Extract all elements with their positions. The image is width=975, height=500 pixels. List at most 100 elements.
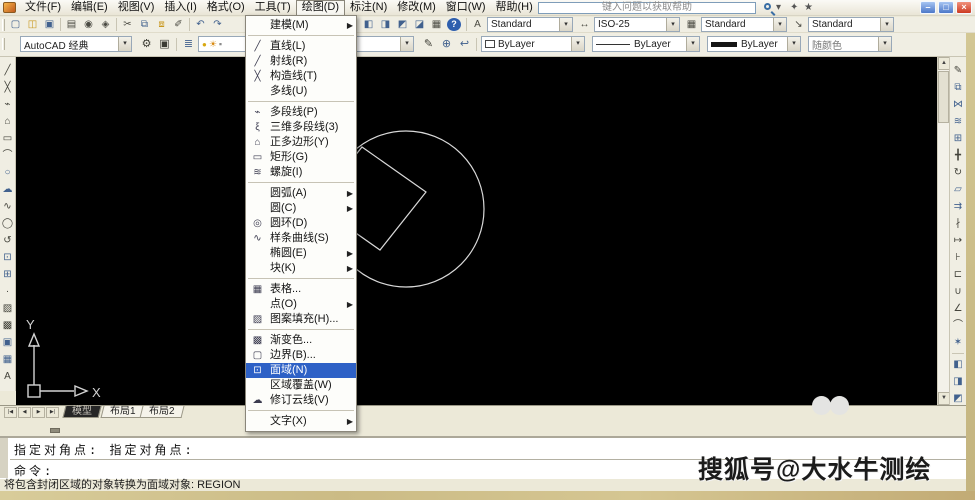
menu-item-region[interactable]: ⊡ 面域(N) [246, 363, 356, 378]
block-editor-icon[interactable]: ◧ [360, 17, 377, 32]
tab-layout2[interactable]: 布局2 [139, 406, 185, 418]
command-window-splitter[interactable] [50, 428, 60, 433]
menu-item-construction-line[interactable]: ╳ 构造线(T) [246, 69, 356, 84]
menu-item-gradient[interactable]: ▩ 渐变色... [246, 333, 356, 348]
region-icon[interactable]: ▣ [0, 334, 15, 351]
publish-icon[interactable]: ◈ [97, 17, 114, 32]
lineweight-combo[interactable]: ByLayer ▾ [707, 36, 801, 52]
vertical-scroll-thumb[interactable] [938, 71, 949, 123]
text-style-combo[interactable]: Standard ▾ [487, 17, 573, 32]
line-icon[interactable]: ╱ [0, 62, 15, 79]
open-icon[interactable]: ◫ [24, 17, 41, 32]
restore-button[interactable]: □ [938, 1, 954, 14]
menu-item-circle[interactable]: 圆(C) ▶ [246, 201, 356, 216]
prev-tab-icon[interactable]: ◀ [18, 407, 31, 418]
menu-item-multiline[interactable]: 多线(U) [246, 84, 356, 99]
search-dropdown-icon[interactable]: ▾ [776, 1, 781, 15]
rectangle-icon[interactable]: ▭ [0, 130, 15, 147]
spline-icon[interactable]: ∿ [0, 198, 15, 215]
layer-lock-icon[interactable]: ▪ [219, 39, 222, 49]
help-search-input[interactable]: 键入问题以获取帮助 [538, 2, 756, 14]
workspace-combo[interactable]: AutoCAD 经典 ▾ [20, 36, 132, 52]
table-icon[interactable]: ▦ [0, 351, 15, 368]
tab-model[interactable]: 模型 [62, 406, 102, 418]
tab-layout1[interactable]: 布局1 [100, 406, 146, 418]
undo-icon[interactable]: ↶ [192, 17, 209, 32]
workspace-settings-icon[interactable]: ⚙ [138, 36, 155, 53]
menu-help[interactable]: 帮助(H) [491, 0, 538, 15]
menu-item-3d-polyline[interactable]: ξ 三维多段线(3) [246, 120, 356, 135]
menu-item-donut[interactable]: ◎ 圆环(D) [246, 216, 356, 231]
extend-icon[interactable]: ↦ [950, 232, 966, 249]
break-at-point-icon[interactable]: ⊦ [950, 249, 966, 266]
calculator-icon[interactable]: ▦ [428, 17, 445, 32]
join-icon[interactable]: ∪ [950, 283, 966, 300]
chamfer-icon[interactable]: ∠ [950, 300, 966, 317]
bring-to-front-icon[interactable]: ◧ [950, 356, 966, 373]
circle-icon[interactable]: ○ [0, 164, 15, 181]
trim-icon[interactable]: ∤ [950, 215, 966, 232]
close-button[interactable]: × [956, 1, 972, 14]
display-viewport-icon[interactable]: ▣ [156, 36, 173, 53]
layer-on-icon[interactable]: ● [202, 40, 207, 49]
ellipse-icon[interactable]: ◯ [0, 215, 15, 232]
mleader-style-combo[interactable]: Standard ▾ [808, 17, 894, 32]
chevron-down-icon[interactable]: ▾ [400, 37, 413, 51]
dim-style-combo[interactable]: ISO-25 ▾ [594, 17, 680, 32]
plot-icon[interactable]: ▤ [63, 17, 80, 32]
chevron-down-icon[interactable]: ▾ [571, 37, 584, 51]
mtext-icon[interactable]: A [0, 368, 15, 385]
copy-icon[interactable]: ⧉ [950, 79, 966, 96]
first-tab-icon[interactable]: |◀ [4, 407, 17, 418]
paste-icon[interactable]: ⧈ [153, 17, 170, 32]
mirror-icon[interactable]: ⋈ [950, 96, 966, 113]
menu-item-polygon[interactable]: ⌂ 正多边形(Y) [246, 135, 356, 150]
arc-icon[interactable]: ⌒ [0, 147, 15, 164]
menu-draw[interactable]: 绘图(D) [295, 0, 345, 15]
fillet-icon[interactable]: ⌒ [950, 317, 966, 334]
make-block-icon[interactable]: ⊞ [0, 266, 15, 283]
cut-icon[interactable]: ✂ [119, 17, 136, 32]
new-icon[interactable]: ▢ [7, 17, 24, 32]
hatch-icon[interactable]: ▨ [0, 300, 15, 317]
offset-icon[interactable]: ≋ [950, 113, 966, 130]
polygon-icon[interactable]: ⌂ [0, 113, 15, 130]
menu-item-polyline[interactable]: ⌁ 多段线(P) [246, 105, 356, 120]
point-icon[interactable]: · [0, 283, 15, 300]
menu-window[interactable]: 窗口(W) [441, 0, 491, 15]
vertical-scrollbar[interactable]: ▲ ▼ [937, 57, 950, 405]
move-icon[interactable]: ╋ [950, 147, 966, 164]
chevron-down-icon[interactable]: ▾ [787, 37, 800, 51]
toolbar-grip[interactable] [2, 38, 5, 50]
sheetset-manager-icon[interactable]: ◪ [411, 17, 428, 32]
last-tab-icon[interactable]: ▶| [46, 407, 59, 418]
revision-cloud-icon[interactable]: ☁ [0, 181, 15, 198]
command-prompt-input[interactable]: 命令: [14, 462, 54, 479]
search-icon[interactable] [764, 3, 771, 10]
menu-item-revision-cloud[interactable]: ☁ 修订云线(V) [246, 393, 356, 408]
menu-edit[interactable]: 编辑(E) [66, 0, 113, 15]
break-icon[interactable]: ⊏ [950, 266, 966, 283]
save-icon[interactable]: ▣ [41, 17, 58, 32]
menu-format[interactable]: 格式(O) [202, 0, 250, 15]
redo-icon[interactable]: ↷ [209, 17, 226, 32]
linetype-combo[interactable]: ByLayer ▾ [592, 36, 700, 52]
table-style-combo[interactable]: Standard ▾ [701, 17, 787, 32]
menu-modify[interactable]: 修改(M) [392, 0, 441, 15]
drawing-canvas[interactable]: Y X [16, 57, 937, 405]
communication-center-icon[interactable]: ✦ [790, 1, 798, 15]
dim-style-icon[interactable]: ↔ [576, 17, 593, 32]
construction-line-icon[interactable]: ╳ [0, 79, 15, 96]
rotate-icon[interactable]: ↻ [950, 164, 966, 181]
color-combo[interactable]: ByLayer ▾ [481, 36, 585, 52]
favorites-star-icon[interactable]: ★ [804, 1, 813, 15]
xref-manager-icon[interactable]: ◨ [377, 17, 394, 32]
menu-item-arc[interactable]: 圆弧(A) ▶ [246, 186, 356, 201]
chevron-down-icon[interactable]: ▾ [559, 18, 572, 31]
menu-item-line[interactable]: ╱ 直线(L) [246, 39, 356, 54]
help-icon[interactable]: ? [447, 18, 461, 31]
menu-tools[interactable]: 工具(T) [250, 0, 296, 15]
chevron-down-icon[interactable]: ▾ [686, 37, 699, 51]
menu-item-modeling[interactable]: 建模(M) ▶ [246, 18, 356, 33]
menu-item-table[interactable]: ▦ 表格... [246, 282, 356, 297]
